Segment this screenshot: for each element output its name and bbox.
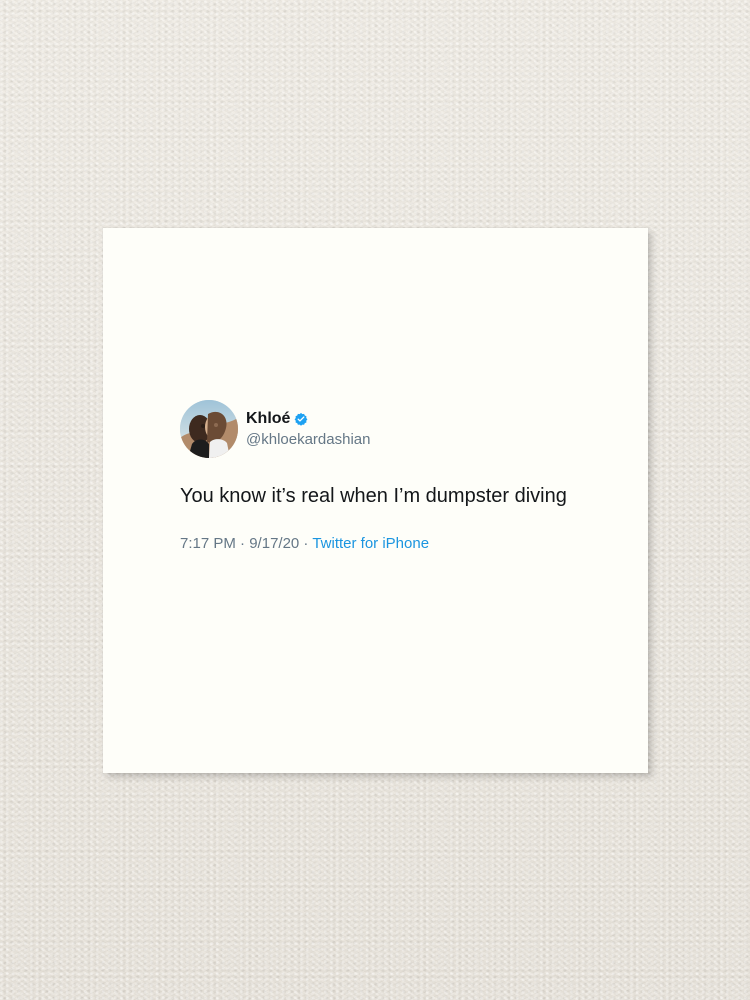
tweet-card: Khloé @khloekardashian You know it’s rea… (180, 400, 620, 554)
verified-badge-icon (294, 412, 308, 426)
tweet-text: You know it’s real when I’m dumpster div… (180, 485, 567, 507)
user-meta: Khloé @khloekardashian (246, 409, 370, 450)
tweet-meta: 7:17 PM · 9/17/20 · Twitter for iPhone (180, 534, 620, 554)
profile-avatar[interactable] (180, 400, 238, 458)
tweet-date: 9/17/20 (249, 535, 300, 552)
tweet-header: Khloé @khloekardashian (180, 400, 620, 458)
tweet-time: 7:17 PM (180, 535, 236, 552)
user-handle[interactable]: @khloekardashian (246, 430, 370, 450)
name-row: Khloé (246, 409, 370, 429)
art-print: Khloé @khloekardashian You know it’s rea… (103, 228, 648, 773)
meta-separator: · (235, 535, 250, 552)
display-name[interactable]: Khloé (246, 409, 290, 429)
tweet-source-link[interactable]: Twitter for iPhone (312, 535, 429, 552)
meta-separator: · (299, 535, 313, 552)
